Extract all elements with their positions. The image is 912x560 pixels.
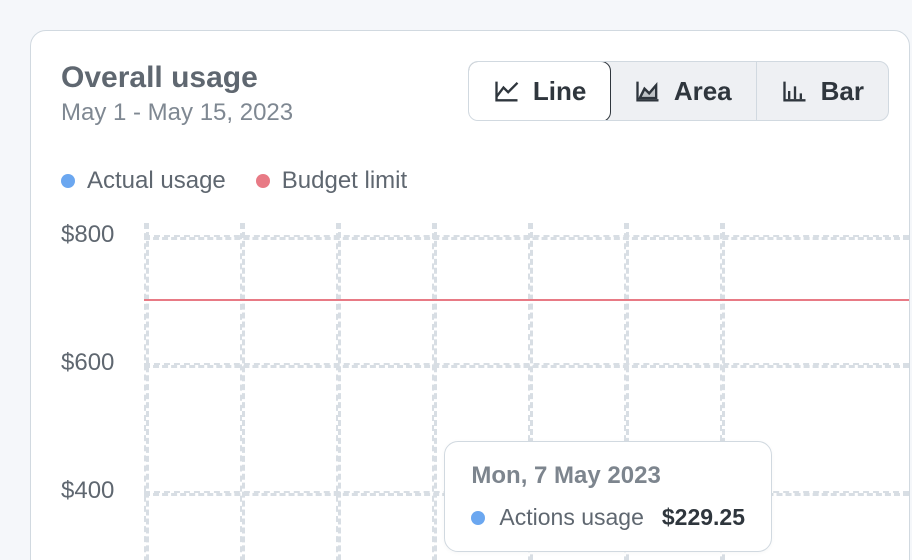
chart-type-area[interactable]: Area — [610, 62, 757, 120]
tooltip-series-value: $229.25 — [662, 504, 745, 531]
legend-label: Actual usage — [87, 167, 226, 195]
gridline-v — [240, 223, 245, 560]
legend-budget-limit: Budget limit — [256, 167, 407, 195]
bar-chart-icon — [781, 77, 809, 105]
chart-type-line[interactable]: Line — [468, 61, 611, 121]
legend-actual-usage: Actual usage — [61, 167, 226, 195]
chart-type-label: Line — [533, 76, 586, 107]
y-tick: $400 — [61, 479, 114, 560]
gridline-v — [336, 223, 341, 560]
page-title: Overall usage — [61, 61, 293, 95]
tooltip-dot-icon — [471, 511, 485, 525]
chart-type-label: Bar — [821, 76, 864, 107]
tooltip-series-label: Actions usage — [499, 504, 643, 531]
y-tick: $800 — [61, 223, 114, 351]
chart-plot-area[interactable]: Mon, 7 May 2023 Actions usage $229.25 — [144, 223, 909, 560]
usage-card: Overall usage May 1 - May 15, 2023 Line — [30, 30, 910, 560]
legend-dot-budget — [256, 174, 270, 188]
chart-type-label: Area — [674, 76, 732, 107]
legend-dot-actual — [61, 174, 75, 188]
tooltip-date: Mon, 7 May 2023 — [471, 462, 745, 490]
y-axis: $800 $600 $400 — [61, 223, 134, 560]
gridline-v — [432, 223, 437, 560]
budget-limit-line — [144, 299, 909, 301]
chart-type-bar[interactable]: Bar — [757, 62, 888, 120]
gridline-h — [144, 363, 909, 368]
date-range: May 1 - May 15, 2023 — [61, 99, 293, 127]
line-chart-icon — [493, 77, 521, 105]
gridline-h — [144, 235, 909, 240]
chart-tooltip: Mon, 7 May 2023 Actions usage $229.25 — [444, 441, 772, 552]
gridline-v — [144, 223, 149, 560]
y-tick: $600 — [61, 351, 114, 479]
chart-legend: Actual usage Budget limit — [61, 167, 909, 195]
chart-type-segmented-control: Line Area — [468, 61, 889, 121]
legend-label: Budget limit — [282, 167, 407, 195]
area-chart-icon — [634, 77, 662, 105]
